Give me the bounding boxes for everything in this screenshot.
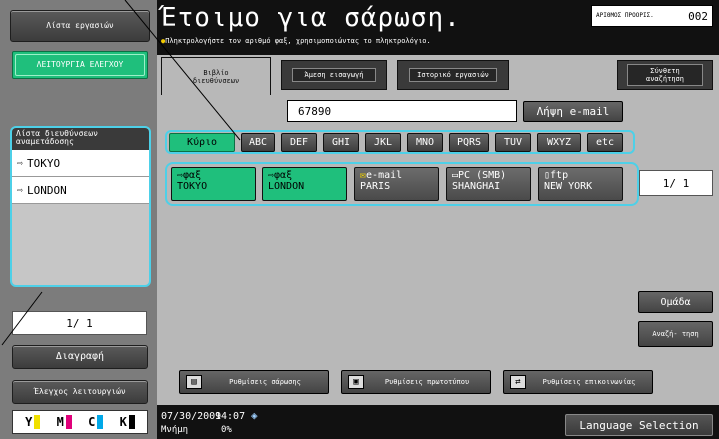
- scanner-panel-screen: Λίστα εργασιών ΛΕΙΤΟΥΡΓΙΑ ΕΛΕΓΧΟΥ Λίστα …: [0, 0, 719, 439]
- communication-settings-button[interactable]: ⇄ Ρυθμίσεις επικοινωνίας: [503, 370, 653, 394]
- broadcast-page-counter: 1/ 1: [12, 311, 147, 335]
- status-bar: 07/30/2009 14:07 ◈ Μνήμη 0% Language Sel…: [157, 405, 719, 439]
- toner-black: K: [120, 415, 135, 429]
- fax-number-field[interactable]: 67890: [287, 100, 517, 122]
- fax-icon: ⇨: [17, 184, 24, 196]
- control-function-button[interactable]: ΛΕΙΤΟΥΡΓΙΑ ΕΛΕΓΧΟΥ: [12, 51, 148, 79]
- main-area: Έτοιμο για σάρωση. ●Πληκτρολογήστε τον α…: [157, 0, 719, 439]
- scan-settings-button[interactable]: ▤ Ρυθμίσεις σάρωσης: [179, 370, 329, 394]
- page-title: Έτοιμο για σάρωση.: [161, 3, 461, 33]
- status-date: 07/30/2009: [161, 411, 222, 422]
- toner-cyan: C: [88, 415, 104, 429]
- receive-email-button[interactable]: Λήψη e-mail: [523, 101, 623, 122]
- index-ghi[interactable]: GHI: [323, 133, 359, 152]
- tab-address-book[interactable]: Βιβλίο διευθύνσεων: [161, 57, 271, 95]
- status-time: 14:07: [215, 411, 246, 422]
- index-etc[interactable]: etc: [587, 133, 623, 152]
- broadcast-list-header: Λίστα διευθύνσεων αναμετάδοσης: [12, 128, 149, 150]
- index-jkl[interactable]: JKL: [365, 133, 401, 152]
- left-panel: Λίστα εργασιών ΛΕΙΤΟΥΡΓΙΑ ΕΛΕΓΧΟΥ Λίστα …: [0, 0, 157, 439]
- toner-indicator: Y M C K: [12, 410, 148, 434]
- broadcast-destination-list: Λίστα διευθύνσεων αναμετάδοσης ⇨ TOKYO ⇨…: [10, 126, 151, 287]
- broadcast-list-item[interactable]: ⇨ LONDON: [12, 177, 149, 204]
- search-button[interactable]: Αναζή- τηση: [638, 321, 713, 347]
- group-button[interactable]: Ομάδα: [638, 291, 713, 313]
- destination-button[interactable]: ⇨φαξ TOKYO: [171, 167, 256, 201]
- broadcast-item-label: TOKYO: [27, 156, 61, 170]
- index-main[interactable]: Κύριο: [169, 133, 235, 152]
- destination-button[interactable]: ⇨φαξ LONDON: [262, 167, 347, 201]
- tab-direct-input[interactable]: Άμεση εισαγωγή: [281, 60, 387, 90]
- index-mno[interactable]: MNO: [407, 133, 443, 152]
- language-selection-button[interactable]: Language Selection: [565, 414, 713, 436]
- destination-count-value: 002: [688, 9, 708, 23]
- title-bar: Έτοιμο για σάρωση. ●Πληκτρολογήστε τον α…: [157, 0, 719, 55]
- original-settings-button[interactable]: ▣ Ρυθμίσεις πρωτοτύπου: [341, 370, 491, 394]
- destination-count-label: ΑΡΙΘΜΟΣ ΠΡΟΟΡΙΣ.: [596, 12, 654, 19]
- memory-value: 0%: [221, 425, 232, 435]
- destination-count: ΑΡΙΘΜΟΣ ΠΡΟΟΡΙΣ. 002: [591, 5, 713, 27]
- network-status-icon: ◈: [251, 409, 258, 422]
- communication-settings-icon: ⇄: [510, 375, 526, 389]
- check-functions-button[interactable]: Έλεγχος λειτουργιών: [12, 380, 148, 404]
- instruction-text: ●Πληκτρολογήστε τον αριθμό φαξ, χρησιμοπ…: [161, 37, 431, 45]
- destination-button[interactable]: ✉e-mail PARIS: [354, 167, 439, 201]
- toner-yellow: Y: [25, 415, 41, 429]
- index-tuv[interactable]: TUV: [495, 133, 531, 152]
- fax-icon: ⇨: [17, 157, 24, 169]
- index-pqrs[interactable]: PQRS: [449, 133, 489, 152]
- destination-button[interactable]: ▯ftp NEW YORK: [538, 167, 623, 201]
- scan-settings-icon: ▤: [186, 375, 202, 389]
- memory-label: Μνήμη: [161, 425, 189, 435]
- index-abc[interactable]: ABC: [241, 133, 275, 152]
- destination-button[interactable]: ▭PC (SMB) SHANGHAI: [446, 167, 531, 201]
- tab-job-history[interactable]: Ιστορικό εργασιών: [397, 60, 509, 90]
- tab-advanced-search[interactable]: Σύνθετη αναζήτηση: [617, 60, 713, 90]
- delete-button[interactable]: Διαγραφή: [12, 345, 148, 369]
- index-wxyz[interactable]: WXYZ: [537, 133, 581, 152]
- broadcast-item-label: LONDON: [27, 183, 67, 197]
- toner-magenta: M: [57, 415, 72, 429]
- destination-page-counter: 1/ 1: [639, 170, 713, 196]
- index-def[interactable]: DEF: [281, 133, 317, 152]
- job-list-button[interactable]: Λίστα εργασιών: [10, 10, 150, 42]
- broadcast-list-item[interactable]: ⇨ TOKYO: [12, 150, 149, 177]
- original-settings-icon: ▣: [348, 375, 364, 389]
